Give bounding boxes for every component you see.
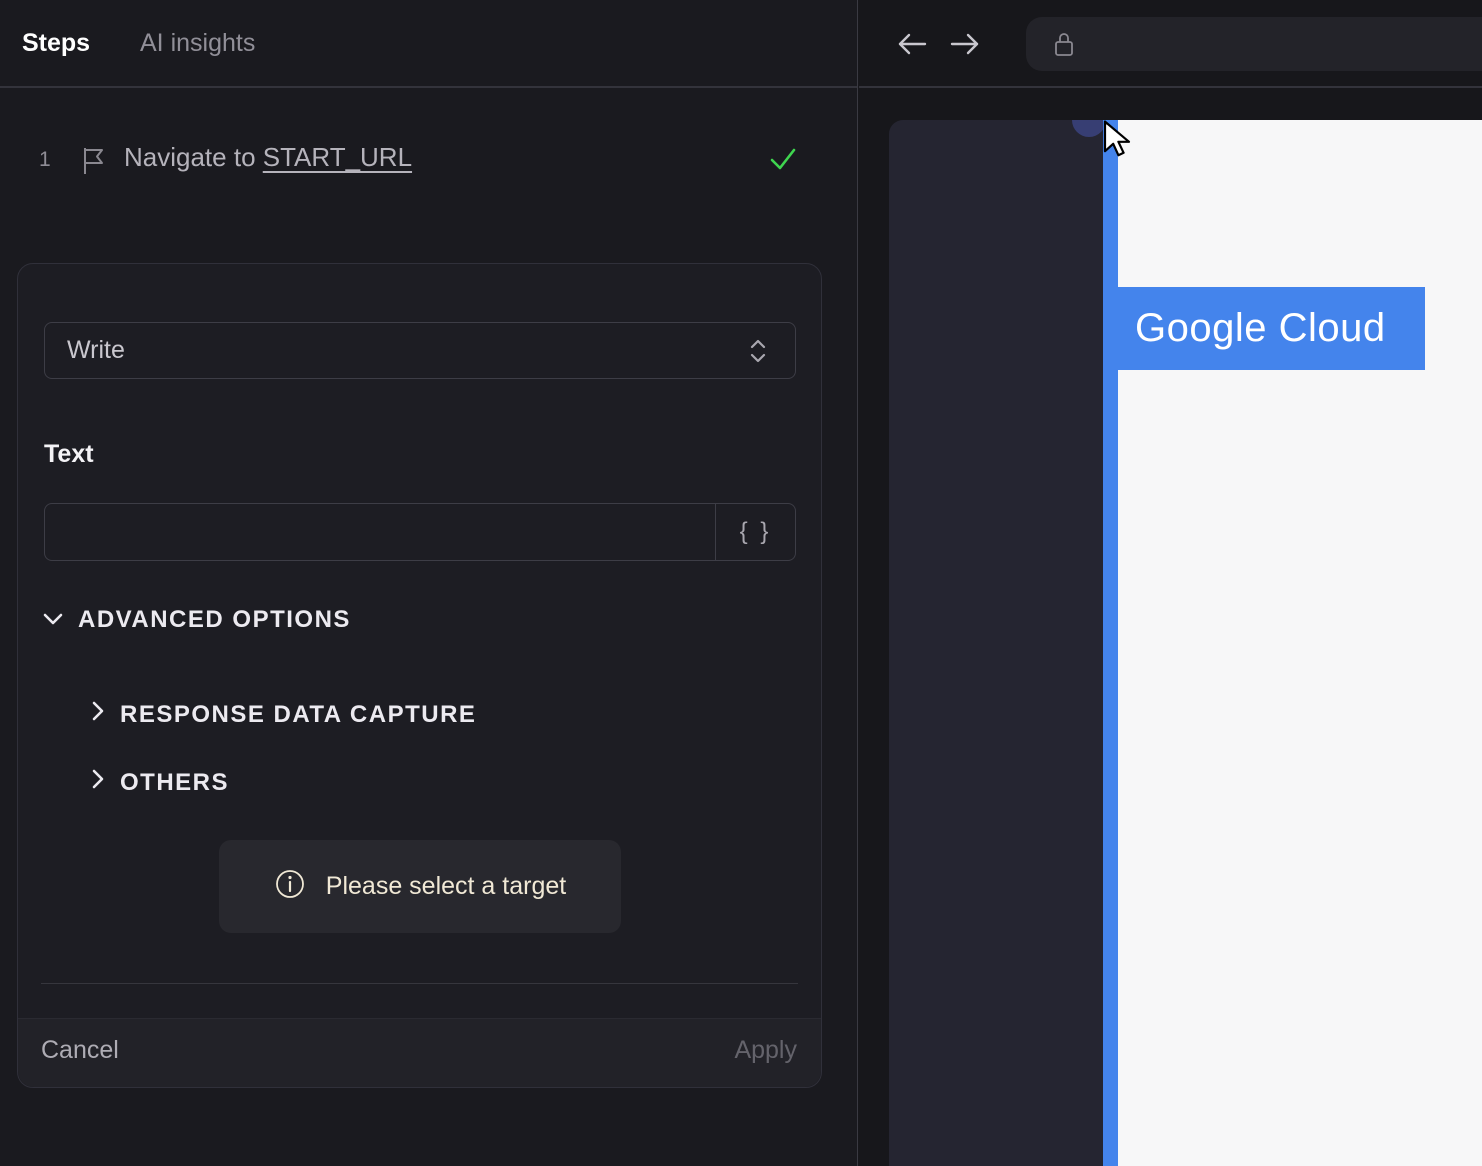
card-footer: Cancel Apply (18, 1018, 821, 1087)
chevron-right-icon (90, 699, 106, 730)
check-icon (766, 142, 800, 181)
apply-button[interactable]: Apply (734, 1036, 797, 1065)
step-editor-card: Write Text { } ADVANCED OPTIONS RESPONSE… (17, 263, 822, 1088)
advanced-options-label: ADVANCED OPTIONS (78, 606, 351, 633)
browser-topbar (859, 0, 1482, 88)
step-target-link[interactable]: START_URL (263, 142, 412, 172)
forward-arrow-icon[interactable] (948, 29, 982, 64)
step-item[interactable]: 1 Navigate to START_URL (0, 140, 858, 192)
text-input[interactable] (45, 504, 715, 560)
back-arrow-icon[interactable] (895, 29, 929, 64)
steps-panel: Steps AI insights 1 Navigate to START_UR… (0, 0, 858, 1166)
response-data-capture-toggle[interactable]: RESPONSE DATA CAPTURE (90, 699, 476, 730)
preview-page-body (1118, 120, 1482, 1166)
left-topbar: Steps AI insights (0, 0, 857, 88)
cancel-button[interactable]: Cancel (41, 1036, 119, 1065)
action-select[interactable]: Write (44, 322, 796, 379)
select-target-notice: Please select a target (219, 840, 621, 933)
step-action-text: Navigate to (124, 142, 263, 172)
info-icon (274, 868, 306, 905)
text-field-label: Text (44, 440, 94, 468)
page-preview[interactable]: Google Cloud (859, 120, 1482, 1166)
others-label: OTHERS (120, 768, 230, 796)
chevron-down-icon (42, 606, 64, 634)
app-window: Steps AI insights 1 Navigate to START_UR… (0, 0, 1482, 1166)
chevron-right-icon (90, 767, 106, 798)
tab-ai-insights[interactable]: AI insights (140, 29, 255, 58)
select-target-notice-text: Please select a target (325, 872, 567, 900)
browser-section: Google Cloud (859, 0, 1482, 1166)
advanced-options-toggle[interactable]: ADVANCED OPTIONS (42, 606, 351, 634)
step-label: Navigate to START_URL (124, 142, 412, 173)
action-select-value: Write (67, 336, 125, 364)
response-data-capture-label: RESPONSE DATA CAPTURE (120, 700, 477, 728)
chevron-updown-icon (747, 336, 769, 366)
others-toggle[interactable]: OTHERS (90, 767, 229, 798)
tab-steps[interactable]: Steps (22, 29, 90, 58)
address-bar[interactable] (1026, 17, 1482, 71)
expression-button[interactable]: { } (715, 504, 795, 560)
highlighted-element-label: Google Cloud (1135, 306, 1386, 350)
selection-highlight-strip (1103, 120, 1118, 1166)
flag-icon (80, 146, 108, 181)
preview-dark-pane (889, 120, 1103, 1166)
lock-icon (1055, 33, 1073, 56)
highlighted-element[interactable]: Google Cloud (1103, 287, 1425, 370)
card-divider (41, 983, 798, 984)
step-number: 1 (39, 148, 51, 171)
cursor-icon (1102, 120, 1142, 169)
text-input-group: { } (44, 503, 796, 561)
